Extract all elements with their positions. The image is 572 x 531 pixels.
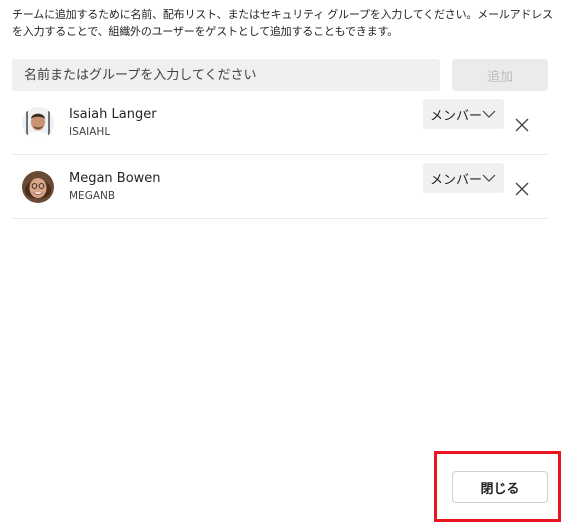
add-members-dialog: チームに追加するために名前、配布リスト、またはセキュリティ グループを入力してく… bbox=[0, 0, 572, 531]
member-name: Megan Bowen bbox=[69, 171, 161, 186]
member-id: ISAIAHL bbox=[69, 126, 111, 138]
member-search-input[interactable] bbox=[12, 59, 440, 91]
member-name: Isaiah Langer bbox=[69, 107, 157, 122]
close-button[interactable]: 閉じる bbox=[452, 471, 548, 503]
isaiah-avatar-icon bbox=[22, 107, 54, 139]
add-member-row: 追加 bbox=[12, 59, 548, 91]
avatar bbox=[22, 107, 54, 139]
instructions-text: チームに追加するために名前、配布リスト、またはセキュリティ グループを入力してく… bbox=[12, 8, 553, 38]
member-list: Isaiah Langer ISAIAHL メンバー Megan Bowen M… bbox=[12, 91, 548, 219]
member-id: MEGANB bbox=[69, 190, 116, 202]
member-row: Isaiah Langer ISAIAHL メンバー bbox=[12, 91, 548, 155]
chevron-down-icon bbox=[482, 110, 496, 118]
role-label: メンバー bbox=[430, 172, 483, 188]
role-label: メンバー bbox=[430, 108, 483, 124]
remove-member-icon[interactable] bbox=[512, 115, 532, 135]
member-row: Megan Bowen MEGANB メンバー bbox=[12, 155, 548, 219]
avatar bbox=[22, 171, 54, 203]
role-dropdown[interactable]: メンバー bbox=[423, 163, 504, 193]
add-button[interactable]: 追加 bbox=[452, 59, 548, 91]
role-dropdown[interactable]: メンバー bbox=[423, 99, 504, 129]
megan-avatar-icon bbox=[22, 171, 54, 203]
chevron-down-icon bbox=[482, 174, 496, 182]
remove-member-icon[interactable] bbox=[512, 179, 532, 199]
